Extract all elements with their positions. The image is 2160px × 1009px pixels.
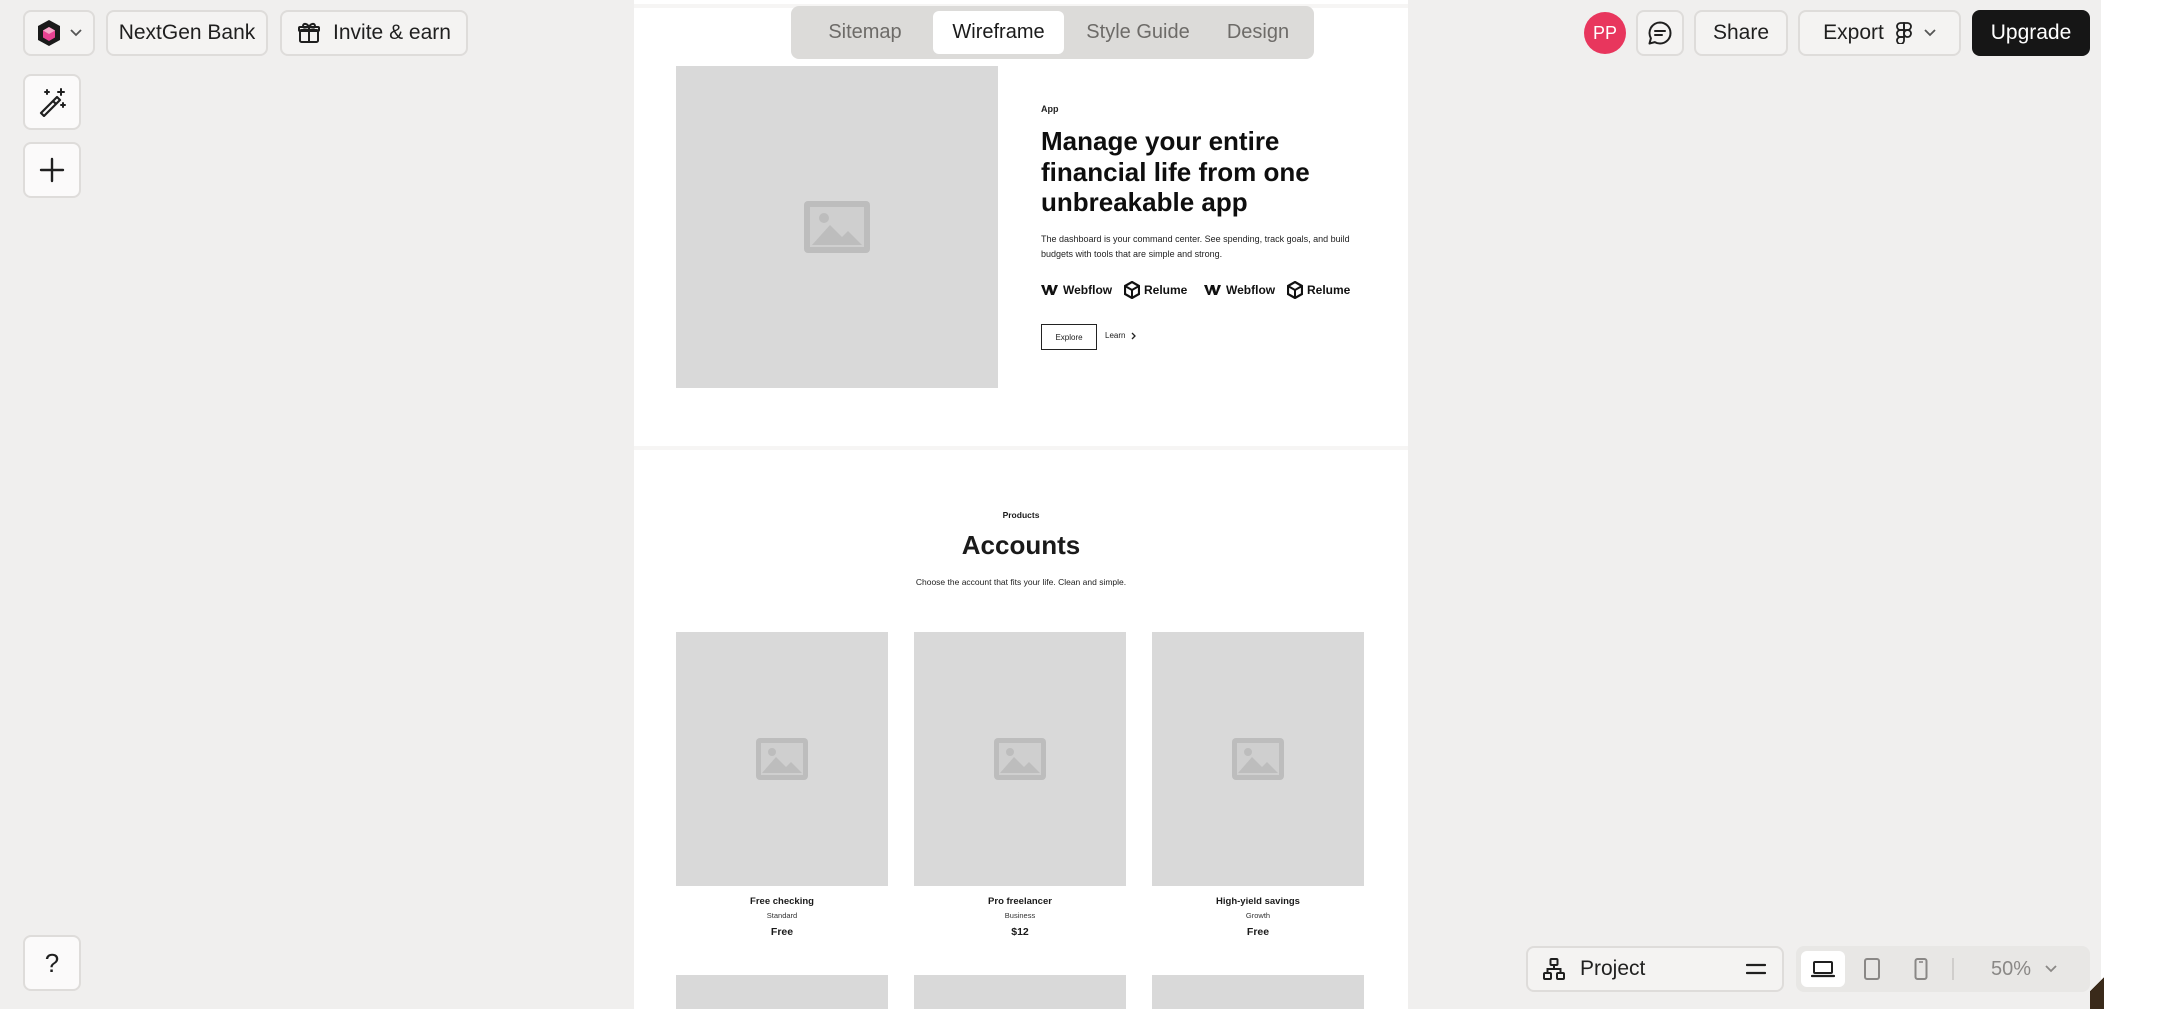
tab-sitemap[interactable]: Sitemap	[797, 11, 933, 54]
tab-design[interactable]: Design	[1208, 11, 1308, 54]
viewport-toolbar: 50%	[1796, 946, 2090, 992]
ai-generate-button[interactable]	[23, 74, 81, 130]
chevron-down-icon	[70, 29, 82, 37]
learn-link[interactable]: Learn	[1105, 331, 1137, 340]
card-price: Free	[1246, 926, 1270, 938]
card-image-placeholder	[1152, 632, 1364, 886]
image-icon	[756, 738, 808, 780]
figma-icon	[1895, 22, 1912, 44]
invite-earn-label: Invite & earn	[333, 21, 451, 44]
tablet-icon	[1864, 958, 1880, 980]
image-icon	[1232, 738, 1284, 780]
magic-wand-icon	[39, 88, 66, 117]
zoom-value: 50%	[1990, 957, 2032, 980]
user-avatar[interactable]: PP	[1584, 12, 1626, 54]
comments-button[interactable]	[1636, 10, 1684, 56]
section-divider	[634, 446, 1408, 450]
chat-bubble-icon	[1648, 21, 1672, 45]
hero-image-placeholder	[676, 66, 998, 388]
logo-relume: Relume	[1287, 281, 1350, 299]
webflow-icon	[1041, 285, 1058, 295]
app-logo-icon	[38, 20, 60, 46]
card-price: Free	[770, 926, 794, 938]
relume-icon	[1287, 281, 1303, 299]
laptop-icon	[1811, 961, 1835, 978]
desktop-view-button[interactable]	[1801, 951, 1845, 987]
export-label: Export	[1823, 21, 1884, 44]
card-image-placeholder	[1152, 975, 1364, 1009]
invite-earn-button[interactable]: Invite & earn	[280, 10, 468, 56]
phone-icon	[1914, 958, 1928, 980]
tablet-view-button[interactable]	[1850, 951, 1894, 987]
logo-webflow: Webflow	[1204, 283, 1275, 297]
project-name-button[interactable]: NextGen Bank	[106, 10, 268, 56]
mobile-view-button[interactable]	[1899, 951, 1943, 987]
sitemap-icon	[1543, 958, 1565, 980]
equals-icon	[1746, 963, 1766, 975]
gift-icon	[298, 22, 321, 43]
card-name: Pro freelancer	[988, 896, 1052, 907]
card-tier: Standard	[766, 911, 798, 920]
hero-description: The dashboard is your command center. Se…	[1041, 234, 1350, 259]
accounts-title: Accounts	[961, 530, 1081, 560]
plus-icon	[39, 157, 65, 183]
learn-link-label: Learn	[1105, 331, 1126, 340]
card-name: Free checking	[750, 896, 814, 907]
view-tabs: Sitemap Wireframe Style Guide Design	[791, 6, 1314, 59]
app-menu-button[interactable]	[23, 10, 95, 56]
upgrade-button[interactable]: Upgrade	[1972, 10, 2090, 56]
image-icon	[804, 201, 870, 253]
chevron-down-icon	[1924, 29, 1936, 37]
relume-icon	[1124, 281, 1140, 299]
accounts-description: Choose the account that fits your life. …	[915, 577, 1127, 587]
hero-eyebrow: App	[1041, 104, 1059, 114]
zoom-select[interactable]: 50%	[1964, 946, 2084, 992]
tab-wireframe[interactable]: Wireframe	[933, 11, 1064, 54]
card-tier: Growth	[1245, 911, 1271, 920]
share-button[interactable]: Share	[1694, 10, 1788, 56]
accounts-eyebrow: Products	[1002, 510, 1040, 520]
card-name: High-yield savings	[1216, 896, 1300, 907]
logo-webflow: Webflow	[1041, 283, 1112, 297]
chevron-down-icon	[2045, 965, 2057, 973]
card-image-placeholder	[914, 632, 1126, 886]
hero-title: Manage your entire financial life from o…	[1041, 126, 1310, 217]
card-image-placeholder	[914, 975, 1126, 1009]
window-edge	[2101, 0, 2160, 1009]
card-image-placeholder	[676, 975, 888, 1009]
card-image-placeholder	[676, 632, 888, 886]
logo-relume: Relume	[1124, 281, 1187, 299]
card-tier: Business	[1004, 911, 1036, 920]
tab-style-guide[interactable]: Style Guide	[1068, 11, 1208, 54]
project-panel-button[interactable]: Project	[1526, 946, 1784, 992]
card-price: $12	[1011, 926, 1029, 938]
export-button[interactable]: Export	[1798, 10, 1961, 56]
add-button[interactable]	[23, 142, 81, 198]
webflow-icon	[1204, 285, 1221, 295]
window-corner	[2090, 960, 2104, 1009]
image-icon	[994, 738, 1046, 780]
chevron-right-icon	[1132, 332, 1137, 339]
explore-button[interactable]: Explore	[1041, 324, 1097, 350]
project-label: Project	[1580, 957, 1646, 980]
help-button[interactable]: ?	[23, 935, 81, 991]
wireframe-canvas[interactable]: App Manage your entire financial life fr…	[634, 0, 1408, 1009]
divider	[1952, 958, 1954, 980]
